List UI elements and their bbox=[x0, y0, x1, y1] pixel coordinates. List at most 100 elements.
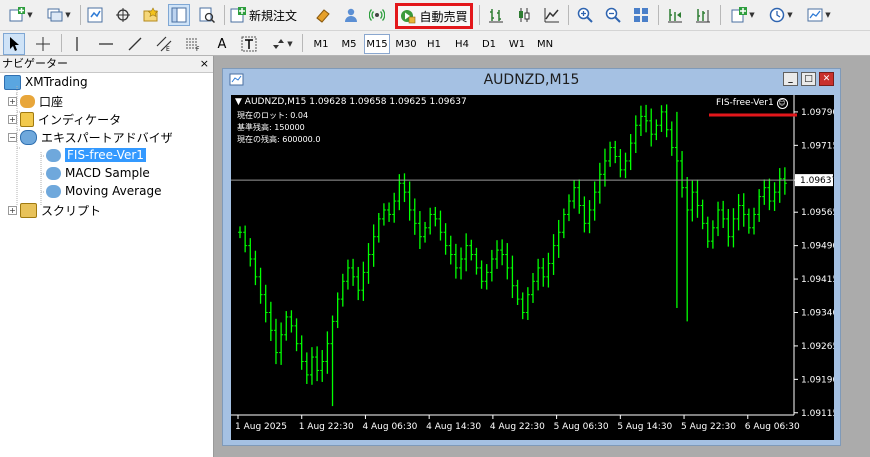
crosshair-icon bbox=[36, 37, 50, 51]
tile-windows-button[interactable] bbox=[630, 4, 652, 26]
market-watch-icon bbox=[87, 7, 103, 23]
nav-expert-moving-average[interactable]: Moving Average bbox=[46, 182, 161, 200]
zoom-in-button[interactable] bbox=[574, 4, 596, 26]
time-tick-label: 5 Aug 06:30 bbox=[554, 422, 609, 432]
timeframe-h1[interactable]: H1 bbox=[421, 34, 447, 54]
candlestick-button[interactable] bbox=[513, 4, 535, 26]
chart-symbol-line: ▼ AUDNZD,M15 1.09628 1.09658 1.09625 1.0… bbox=[235, 97, 467, 107]
text-label-icon bbox=[241, 36, 257, 52]
chart-window-title: AUDNZD,M15 bbox=[483, 72, 580, 88]
clock-icon bbox=[770, 7, 785, 23]
ea-info-current-balance: 現在の残高: 600000.0 bbox=[237, 135, 321, 144]
periods-button[interactable]: ▼ bbox=[764, 4, 798, 26]
toolbar-separator bbox=[61, 34, 62, 52]
time-tick-label: 1 Aug 2025 bbox=[235, 422, 287, 432]
market-watch-button[interactable] bbox=[84, 4, 106, 26]
text-button[interactable]: A bbox=[211, 33, 233, 55]
ea-name: FIS-free-Ver1 bbox=[716, 98, 774, 108]
cursor-icon bbox=[10, 37, 19, 51]
vertical-line-button[interactable] bbox=[66, 33, 88, 55]
metaeditor-icon bbox=[316, 9, 330, 23]
close-window-button[interactable]: ✕ bbox=[819, 72, 834, 86]
trendline-button[interactable] bbox=[124, 33, 146, 55]
terminal-button[interactable] bbox=[168, 4, 190, 26]
auto-trading-button[interactable]: 自動売買 bbox=[395, 3, 473, 29]
arrows-button[interactable]: ▼ bbox=[265, 33, 297, 55]
arrows-icon bbox=[273, 39, 285, 49]
navigator-button[interactable] bbox=[140, 4, 162, 26]
zoom-out-button[interactable] bbox=[602, 4, 624, 26]
time-tick-label: 5 Aug 14:30 bbox=[617, 422, 672, 432]
toolbar-separator bbox=[720, 5, 721, 25]
current-price-label: 1.09637 bbox=[800, 176, 834, 186]
navigator-header: ナビゲーター × bbox=[0, 56, 213, 73]
timeframe-d1[interactable]: D1 bbox=[476, 34, 502, 54]
nav-expert-label: FIS-free-Ver1 bbox=[65, 148, 146, 162]
time-tick-label: 4 Aug 14:30 bbox=[426, 422, 481, 432]
nav-expert-fis-free-ver1[interactable]: FIS-free-Ver1 bbox=[46, 146, 146, 164]
chart-shift-icon bbox=[696, 9, 710, 23]
timeframe-mn[interactable]: MN bbox=[532, 34, 558, 54]
templates-button[interactable]: ▼ bbox=[802, 4, 836, 26]
timeframe-h4[interactable]: H4 bbox=[449, 34, 475, 54]
metaeditor-button[interactable] bbox=[312, 4, 334, 26]
chart-shift-button[interactable] bbox=[692, 4, 714, 26]
fibonacci-button[interactable]: F bbox=[182, 33, 204, 55]
auto-scroll-icon bbox=[668, 9, 682, 23]
vertical-line-icon bbox=[76, 37, 78, 51]
timeframe-m1[interactable]: M1 bbox=[308, 34, 334, 54]
new-order-icon bbox=[230, 7, 246, 23]
strategy-tester-icon bbox=[199, 7, 215, 23]
maximize-icon: □ bbox=[804, 74, 813, 84]
navigator-star-icon bbox=[143, 7, 159, 22]
chart-canvas: 1.09790 1.09715 1.09637 1.09565 1.09490 1.094… bbox=[231, 95, 834, 432]
line-chart-button[interactable] bbox=[541, 4, 563, 26]
minimize-button[interactable]: _ bbox=[783, 72, 798, 86]
zoom-out-icon bbox=[605, 7, 621, 23]
price-tick-label: 1.09115 bbox=[801, 409, 834, 419]
price-tick-label: 1.09715 bbox=[801, 141, 834, 151]
expert-advisor-label: FIS-free-Ver1 ☺ bbox=[716, 98, 788, 109]
toolbar-separator bbox=[568, 5, 569, 25]
data-window-button[interactable] bbox=[112, 4, 134, 26]
maximize-button[interactable]: □ bbox=[801, 72, 816, 86]
timeframe-m30[interactable]: M30 bbox=[393, 34, 419, 54]
indicators-button[interactable]: ▼ bbox=[726, 4, 760, 26]
text-label-button[interactable] bbox=[238, 33, 260, 55]
candlestick-icon bbox=[519, 8, 530, 22]
vps-button[interactable] bbox=[366, 4, 388, 26]
cursor-button[interactable] bbox=[3, 33, 25, 55]
timeframe-m15[interactable]: M15 bbox=[364, 34, 390, 54]
bar-chart-button[interactable] bbox=[485, 4, 507, 26]
close-icon: ✕ bbox=[822, 74, 831, 84]
new-order-button[interactable]: 新規注文 bbox=[230, 4, 306, 26]
equidistant-channel-button[interactable]: E bbox=[153, 33, 175, 55]
profiles-icon bbox=[47, 8, 63, 22]
crosshair-button[interactable] bbox=[32, 33, 54, 55]
price-tick-label: 1.09190 bbox=[801, 375, 834, 385]
profiles-button[interactable]: ▼ bbox=[42, 4, 76, 26]
timeframe-w1[interactable]: W1 bbox=[504, 34, 530, 54]
svg-text:F: F bbox=[196, 46, 200, 52]
new-chart-button[interactable]: ▼ bbox=[4, 4, 38, 26]
nav-item-label: エキスパートアドバイザ bbox=[41, 130, 173, 145]
tile-windows-icon bbox=[634, 8, 648, 22]
signals-button[interactable] bbox=[340, 4, 362, 26]
trendline-icon bbox=[128, 37, 142, 51]
nav-expert-macd-sample[interactable]: MACD Sample bbox=[46, 164, 150, 182]
expand-toggle[interactable]: + bbox=[8, 205, 17, 215]
fibonacci-icon: F bbox=[186, 38, 200, 52]
timeframe-m5[interactable]: M5 bbox=[336, 34, 362, 54]
price-chart[interactable]: 1.09790 1.09715 1.09637 1.09565 1.09490 1.094… bbox=[231, 95, 834, 440]
time-tick-label: 1 Aug 22:30 bbox=[299, 422, 354, 432]
toolbar-separator bbox=[479, 5, 480, 25]
chart-window-titlebar[interactable]: AUDNZD,M15 _ □ ✕ bbox=[223, 69, 840, 91]
horizontal-line-button[interactable] bbox=[95, 33, 117, 55]
time-tick-label: 4 Aug 06:30 bbox=[362, 422, 417, 432]
horizontal-line-icon bbox=[99, 43, 113, 45]
navigator-close-button[interactable]: × bbox=[200, 56, 209, 72]
line-chart-icon bbox=[544, 8, 559, 23]
auto-scroll-button[interactable] bbox=[664, 4, 686, 26]
strategy-tester-button[interactable] bbox=[196, 4, 218, 26]
price-tick-label: 1.09340 bbox=[801, 308, 834, 318]
